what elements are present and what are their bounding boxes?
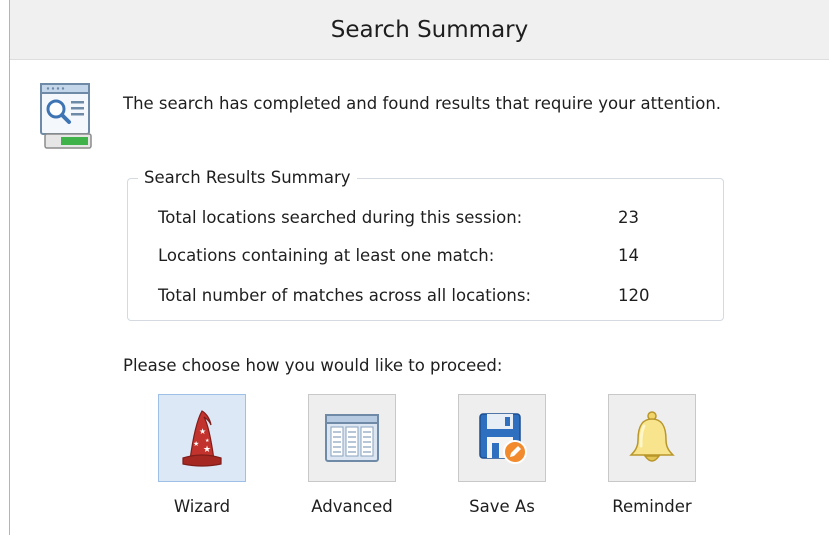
proceed-prompt: Please choose how you would like to proc… <box>123 356 503 375</box>
summary-row-value: 120 <box>618 286 650 305</box>
svg-text:★: ★ <box>193 440 199 448</box>
save-as-floppy-icon <box>479 413 527 464</box>
reminder-label: Reminder <box>612 497 692 516</box>
summary-row-label: Total number of matches across all locat… <box>158 286 532 305</box>
window-left-border <box>9 0 10 535</box>
save-as-tile[interactable] <box>458 394 546 482</box>
svg-text:★: ★ <box>199 427 206 436</box>
advanced-button[interactable]: Advanced <box>297 394 407 524</box>
bell-icon <box>629 411 675 462</box>
advanced-tile[interactable] <box>308 394 396 482</box>
wizard-hat-icon: ★ ★ ★ ★ <box>182 410 222 467</box>
summary-row-total-matches: Total number of matches across all locat… <box>158 285 650 307</box>
summary-row-locations-searched: Total locations searched during this ses… <box>158 207 639 229</box>
wizard-tile[interactable]: ★ ★ ★ ★ <box>158 394 246 482</box>
summary-row-label: Total locations searched during this ses… <box>158 208 523 227</box>
reminder-tile[interactable] <box>608 394 696 482</box>
header-bar: Search Summary <box>10 0 829 60</box>
advanced-label: Advanced <box>311 497 393 516</box>
page-title: Search Summary <box>330 16 529 43</box>
group-legend: Search Results Summary <box>138 167 357 189</box>
search-results-summary-group: Search Results Summary Total locations s… <box>127 167 724 321</box>
advanced-grid-icon <box>325 414 379 462</box>
summary-row-label: Locations containing at least one match: <box>158 246 495 265</box>
wizard-button[interactable]: ★ ★ ★ ★ Wizard <box>147 394 257 524</box>
intro-message: The search has completed and found resul… <box>123 94 722 113</box>
svg-text:★: ★ <box>203 445 211 455</box>
summary-row-locations-with-match: Locations containing at least one match:… <box>158 245 639 267</box>
wizard-label: Wizard <box>173 497 231 516</box>
summary-row-value: 14 <box>618 246 639 265</box>
save-as-label: Save As <box>469 497 535 516</box>
search-summary-icon <box>40 83 92 149</box>
save-as-button[interactable]: Save As <box>447 394 557 524</box>
reminder-button[interactable]: Reminder <box>597 394 707 524</box>
summary-row-value: 23 <box>618 208 639 227</box>
svg-text:★: ★ <box>205 438 210 444</box>
